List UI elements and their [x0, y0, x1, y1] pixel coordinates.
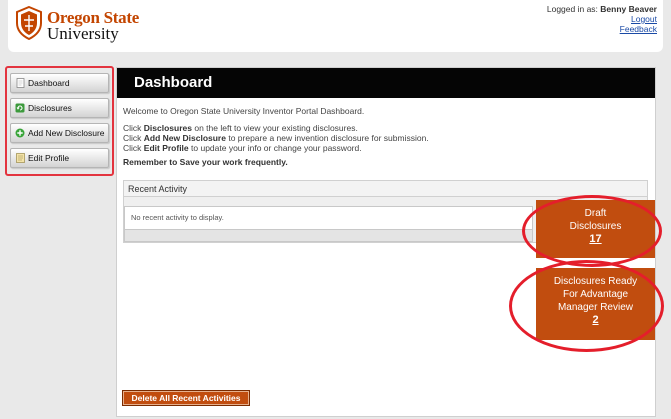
note-icon — [15, 153, 25, 163]
logged-in-label: Logged in as: — [546, 4, 598, 14]
sidebar-item-label: Dashboard — [28, 78, 70, 88]
sidebar-item-disclosures[interactable]: Disclosures — [10, 98, 109, 118]
refresh-icon — [15, 103, 25, 113]
logo-line-2: University — [47, 24, 119, 43]
osu-seal-icon — [16, 6, 42, 40]
welcome-text: Welcome to Oregon State University Inven… — [123, 106, 365, 116]
recent-activity-empty: No recent activity to display. — [124, 206, 533, 230]
instruction-line: Click Disclosures on the left to view yo… — [123, 123, 358, 133]
instructions: Click Disclosures on the left to view yo… — [123, 123, 655, 153]
sidebar-nav: Dashboard Disclosures Add New Disclosure… — [5, 66, 114, 176]
feedback-link[interactable]: Feedback — [547, 24, 657, 34]
instruction-line: Click Add New Disclosure to prepare a ne… — [123, 133, 429, 143]
sidebar-item-dashboard[interactable]: Dashboard — [10, 73, 109, 93]
instruction-line: Click Edit Profile to update your info o… — [123, 143, 362, 153]
osu-logo[interactable]: Oregon State University — [14, 6, 154, 43]
recent-activity-header: Recent Activity — [124, 181, 647, 197]
welcome-content: Welcome to Oregon State University Inven… — [117, 98, 655, 167]
header: Oregon State University Logged in as: Be… — [8, 0, 663, 52]
delete-all-recent-activities-button[interactable]: Delete All Recent Activities — [122, 390, 250, 406]
sidebar-item-add-new-disclosure[interactable]: Add New Disclosure — [10, 123, 109, 143]
page-icon — [15, 78, 25, 88]
sidebar-item-label: Add New Disclosure — [28, 128, 105, 138]
sidebar-item-edit-profile[interactable]: Edit Profile — [10, 148, 109, 168]
user-name: Benny Beaver — [600, 4, 657, 14]
logout-link[interactable]: Logout — [547, 14, 657, 24]
highlight-ring — [522, 195, 662, 267]
plus-icon — [15, 128, 25, 138]
page-title: Dashboard — [117, 68, 655, 98]
sidebar-item-label: Disclosures — [28, 103, 72, 113]
highlight-ring — [509, 260, 664, 352]
sidebar-item-label: Edit Profile — [28, 153, 70, 163]
user-info: Logged in as: Benny Beaver Logout Feedba… — [547, 4, 657, 34]
remember-note: Remember to Save your work frequently. — [123, 157, 288, 167]
recent-activity-footer — [124, 230, 533, 242]
